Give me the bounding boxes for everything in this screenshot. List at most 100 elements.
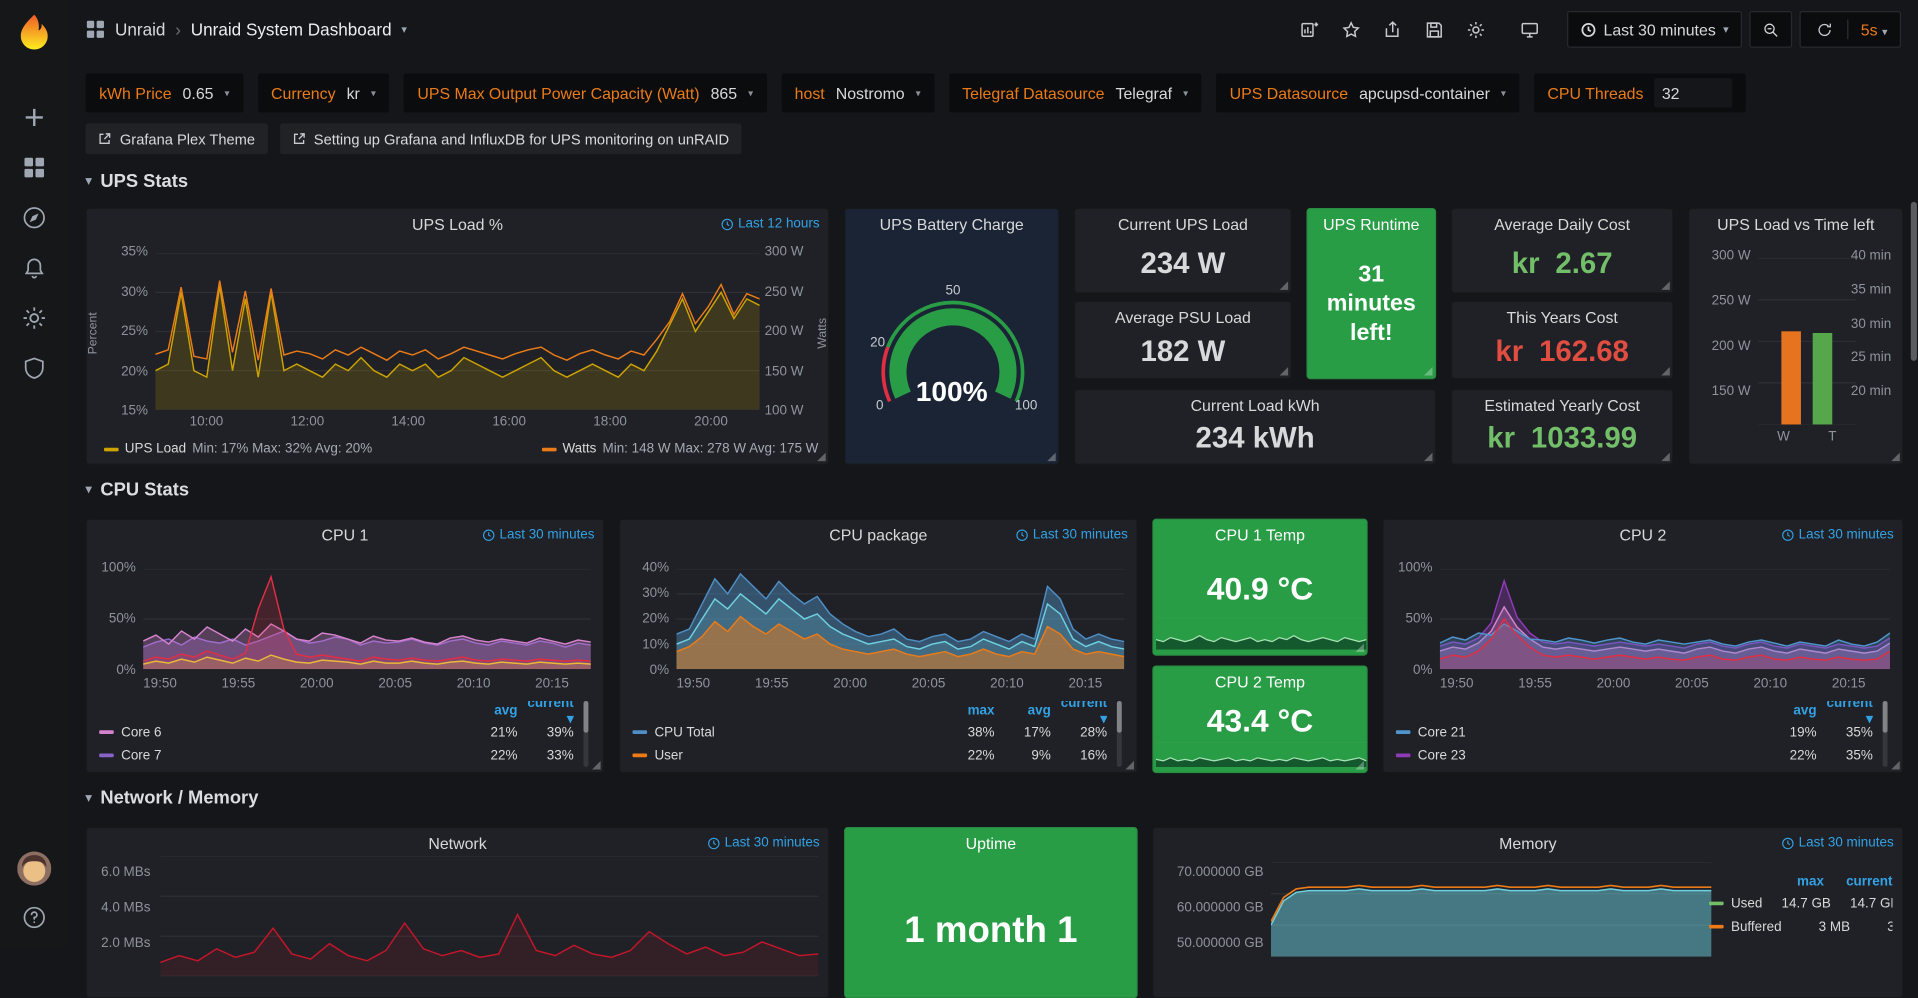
apps-grid-icon[interactable] <box>86 20 106 40</box>
legend-item[interactable]: WattsMin: 148 W Max: 278 W Avg: 175 W <box>542 442 819 457</box>
zoom-out-button[interactable] <box>1749 11 1792 48</box>
legend-sort-header[interactable]: current <box>1824 875 1893 890</box>
ups-bars-chart[interactable] <box>1758 258 1856 424</box>
dashboard-settings-button[interactable] <box>1459 12 1493 46</box>
panel-timerange[interactable]: Last 30 minutes <box>707 836 819 851</box>
legend-sort-header[interactable]: avg <box>995 703 1051 718</box>
legend-sort-header[interactable]: avg <box>461 703 517 718</box>
dashboard-dropdown-caret-icon[interactable]: ▾ <box>401 23 407 36</box>
share-button[interactable] <box>1376 12 1410 46</box>
user-avatar[interactable] <box>17 851 51 885</box>
star-button[interactable] <box>1334 12 1368 46</box>
panel-title[interactable]: Uptime <box>845 828 1136 860</box>
help-icon[interactable] <box>22 905 46 929</box>
panel-title[interactable]: Average Daily Cost <box>1452 209 1672 241</box>
add-panel-button[interactable] <box>1293 12 1327 46</box>
cpu-threads-input[interactable] <box>1654 78 1732 107</box>
legend-scrollbar-thumb[interactable] <box>584 701 589 733</box>
legend-row[interactable]: Core 2119%35% <box>1396 721 1873 744</box>
panel-resize-handle[interactable] <box>1355 643 1364 652</box>
legend-row[interactable]: CPU Total38%17%28% <box>632 721 1107 744</box>
refresh-interval-button[interactable]: 5s ▾ <box>1861 20 1888 38</box>
breadcrumb-dashboard-title[interactable]: Unraid System Dashboard <box>191 20 392 40</box>
dashboards-grid-icon[interactable] <box>22 155 46 179</box>
legend-scrollbar-thumb[interactable] <box>1883 701 1888 733</box>
panel-resize-handle[interactable] <box>1355 761 1364 770</box>
panel-resize-handle[interactable] <box>1125 761 1134 770</box>
legend-sort-header[interactable]: current ▾ <box>1051 701 1107 726</box>
panel-timerange[interactable]: Last 30 minutes <box>482 527 594 542</box>
ups-load-chart[interactable] <box>155 253 759 410</box>
panel-timerange[interactable]: Last 30 minutes <box>1782 527 1894 542</box>
variable-telegraf-datasource[interactable]: Telegraf DatasourceTelegraf▾ <box>949 73 1202 112</box>
legend-sort-header[interactable]: max <box>938 703 994 718</box>
legend-row[interactable]: User22%9%16% <box>632 744 1107 767</box>
legend-scrollbar[interactable] <box>1883 701 1888 767</box>
panel-resize-handle[interactable] <box>817 453 826 462</box>
admin-shield-icon[interactable] <box>22 356 46 380</box>
cpu1-chart[interactable] <box>143 569 591 669</box>
legend-sort-header[interactable]: current ▾ <box>517 701 573 726</box>
panel-title[interactable]: CPU 2 Temp <box>1154 667 1367 699</box>
panel-resize-handle[interactable] <box>1424 367 1433 376</box>
panel-resize-handle[interactable] <box>1280 281 1289 290</box>
panel-resize-handle[interactable] <box>1047 453 1056 462</box>
legend-row[interactable]: Core 2322%35% <box>1396 744 1873 767</box>
breadcrumb-team[interactable]: Unraid <box>115 20 165 40</box>
legend-sort-header[interactable]: max <box>1755 875 1824 890</box>
panel-timerange[interactable]: Last 30 minutes <box>1016 527 1128 542</box>
dashboard-link-plex-theme[interactable]: Grafana Plex Theme <box>86 124 268 155</box>
section-cpu-stats[interactable]: ▾CPU Stats <box>86 480 189 501</box>
configuration-gear-icon[interactable] <box>22 306 46 330</box>
panel-resize-handle[interactable] <box>1280 367 1289 376</box>
network-chart[interactable] <box>160 856 818 976</box>
panel-resize-handle[interactable] <box>1424 453 1433 462</box>
cpu-package-chart[interactable] <box>676 569 1124 669</box>
variable-ups-max-output[interactable]: UPS Max Output Power Capacity (Watt)865▾ <box>404 73 767 112</box>
panel-title[interactable]: Current UPS Load <box>1075 209 1290 241</box>
panel-title[interactable]: UPS Load vs Time left <box>1689 209 1902 241</box>
legend-scrollbar-thumb[interactable] <box>1117 701 1122 733</box>
panel-title[interactable]: Estimated Yearly Cost <box>1452 390 1672 422</box>
panel-timerange[interactable]: Last 12 hours <box>721 217 820 232</box>
legend-item[interactable]: UPS LoadMin: 17% Max: 32% Avg: 20% <box>104 442 372 457</box>
cpu2-chart[interactable] <box>1440 569 1890 669</box>
legend-scrollbar[interactable] <box>1117 701 1122 767</box>
section-network-memory[interactable]: ▾Network / Memory <box>86 788 259 809</box>
panel-title[interactable]: Average PSU Load <box>1075 302 1290 334</box>
variable-currency[interactable]: Currencykr▾ <box>258 73 390 112</box>
panel-resize-handle[interactable] <box>1661 281 1670 290</box>
legend-sort-header[interactable]: avg <box>1760 703 1816 718</box>
section-ups-stats[interactable]: ▾UPS Stats <box>86 171 188 192</box>
refresh-button[interactable] <box>1813 18 1835 40</box>
legend-row[interactable]: Used14.7 GB14.7 GB <box>1709 892 1892 915</box>
legend-row[interactable]: Core 621%39% <box>99 721 574 744</box>
time-picker-button[interactable]: Last 30 minutes ▾ <box>1567 11 1742 48</box>
legend-scrollbar[interactable] <box>584 701 589 767</box>
panel-title[interactable]: UPS Runtime <box>1308 209 1435 241</box>
alerting-bell-icon[interactable] <box>22 256 46 280</box>
variable-host[interactable]: hostNostromo▾ <box>781 73 934 112</box>
panel-resize-handle[interactable] <box>1891 453 1900 462</box>
panel-timerange[interactable]: Last 30 minutes <box>1782 836 1894 851</box>
panel-resize-handle[interactable] <box>1891 761 1900 770</box>
legend-row[interactable]: Core 722%33% <box>99 744 574 767</box>
explore-compass-icon[interactable] <box>22 206 46 230</box>
tv-mode-button[interactable] <box>1513 12 1547 46</box>
dashboard-link-ups-guide[interactable]: Setting up Grafana and InfluxDB for UPS … <box>280 124 742 155</box>
page-scrollbar[interactable] <box>1911 202 1917 361</box>
legend-sort-header[interactable]: current ▾ <box>1817 701 1873 726</box>
panel-title[interactable]: CPU 1 Temp <box>1154 520 1367 552</box>
panel-resize-handle[interactable] <box>592 761 601 770</box>
create-plus-icon[interactable] <box>22 105 46 129</box>
legend-row[interactable]: Buffered3 MB3 MB <box>1709 915 1892 938</box>
panel-title[interactable]: Current Load kWh <box>1075 390 1435 422</box>
panel-resize-handle[interactable] <box>1661 367 1670 376</box>
variable-ups-datasource[interactable]: UPS Datasourceapcupsd-container▾ <box>1216 73 1519 112</box>
panel-title[interactable]: This Years Cost <box>1452 302 1672 334</box>
panel-title[interactable]: UPS Load % <box>87 209 828 241</box>
variable-kwh-price[interactable]: kWh Price0.65▾ <box>86 73 243 112</box>
grafana-logo-icon[interactable] <box>15 12 54 51</box>
memory-chart[interactable] <box>1271 862 1711 956</box>
panel-resize-handle[interactable] <box>1661 453 1670 462</box>
